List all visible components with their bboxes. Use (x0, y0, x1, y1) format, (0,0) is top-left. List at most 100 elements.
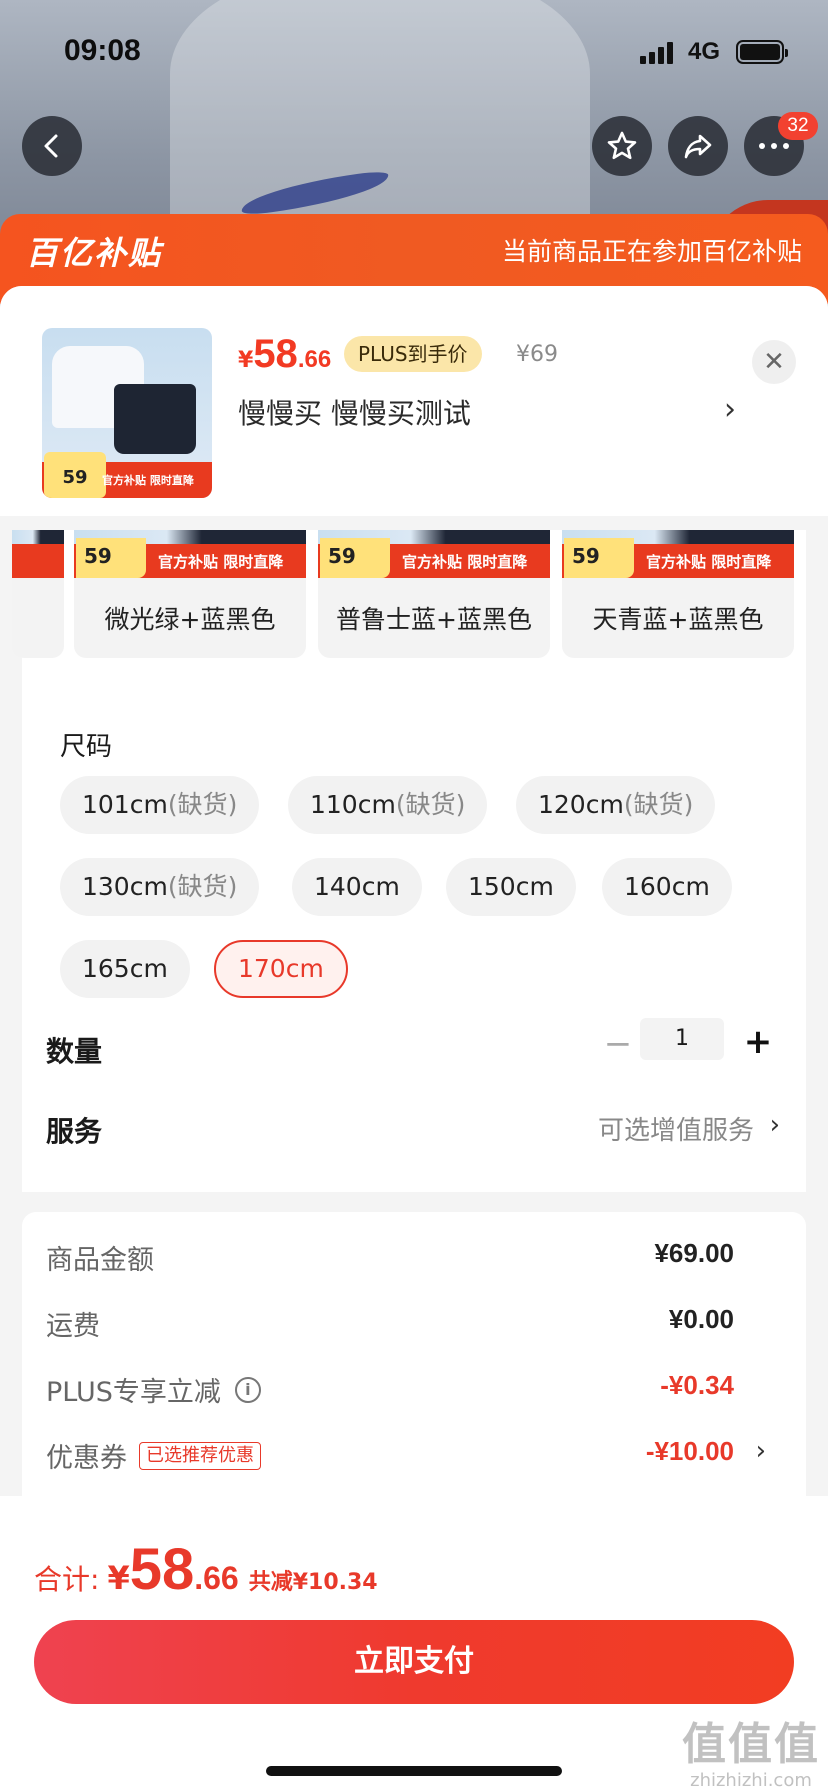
share-button[interactable] (668, 116, 728, 176)
coupon-row[interactable]: 优惠券 已选推荐优惠 -¥10.00 › (46, 1436, 766, 1476)
color-option-promo-text: 官方补贴 限时直降 (402, 553, 528, 571)
chevron-left-icon (44, 134, 58, 158)
battery-icon (736, 40, 788, 64)
watermark-url: zhizhizhi.com (690, 1770, 812, 1791)
size-chip-120cm[interactable]: 120cm(缺货) (516, 776, 716, 834)
total: 合计: ¥ 58 .66 共减¥10.34 (34, 1536, 378, 1603)
home-indicator[interactable] (266, 1766, 562, 1776)
close-button[interactable]: ✕ (752, 340, 796, 384)
goods-amount-value: ¥69.00 (654, 1238, 734, 1268)
size-chip-130cm[interactable]: 130cm(缺货) (60, 858, 260, 916)
total-decimal: .66 (194, 1560, 239, 1596)
coupon-label-group: 优惠券 已选推荐优惠 (46, 1436, 261, 1475)
color-option[interactable]: 59 官方补贴 限时直降 普鲁士蓝+蓝黑色 (318, 530, 550, 658)
price-symbol: ¥ (238, 348, 254, 373)
shipping-row: 运费 ¥0.00 (46, 1304, 766, 1344)
size-chip-140cm[interactable]: 140cm (292, 858, 422, 916)
more-icon (759, 143, 789, 149)
size-chip-110cm[interactable]: 110cm(缺货) (288, 776, 488, 834)
total-label: 合计: (34, 1563, 100, 1596)
service-label: 服务 (46, 1115, 103, 1148)
price: ¥ 58 .66 (238, 332, 331, 377)
total-integer: 58 (129, 1537, 195, 1602)
coupon-value: -¥10.00 (645, 1436, 734, 1466)
quantity-input[interactable]: 1 (640, 1018, 724, 1060)
size-chip-label: 165cm (82, 954, 168, 983)
order-summary: 商品金额 ¥69.00 运费 ¥0.00 PLUS专享立减 i -¥0.34 优… (22, 1212, 806, 1512)
chevron-right-icon[interactable]: › (756, 1436, 766, 1466)
status-time: 09:08 (64, 34, 141, 67)
color-option-promo-price: 59 (320, 538, 390, 578)
color-option[interactable]: 59 官方补贴 限时直降 天青蓝+蓝黑色 (562, 530, 794, 658)
thumbnail-shorts (114, 384, 196, 454)
plus-discount-label: PLUS专享立减 (46, 1377, 221, 1408)
size-chip-label: 101cm (82, 790, 168, 819)
price-decimal: .66 (297, 346, 332, 373)
color-option[interactable]: 59 官方补贴 限时直降 微光绿+蓝黑色 (74, 530, 306, 658)
product-thumbnail[interactable]: 59 官方补贴 限时直降 (42, 328, 212, 498)
service-value[interactable]: 可选增值服务 (598, 1110, 754, 1147)
thumbnail-promo-price: 59 (44, 452, 106, 498)
price-integer: 58 (253, 332, 298, 376)
color-option-promo-text: 官方补贴 限时直降 (158, 553, 284, 571)
size-chip-150cm[interactable]: 150cm (446, 858, 576, 916)
total-saved: 共减¥10.34 (248, 1570, 378, 1595)
out-of-stock-label: (缺货) (395, 790, 466, 819)
subsidy-note: 当前商品正在参加百亿补贴 (501, 237, 802, 266)
size-chip-160cm[interactable]: 160cm (602, 858, 732, 916)
plus-price-tag: PLUS到手价 (344, 336, 482, 372)
pay-now-button[interactable]: 立即支付 (34, 1620, 794, 1704)
size-chip-170cm[interactable]: 170cm (214, 940, 348, 998)
size-chip-101cm[interactable]: 101cm(缺货) (60, 776, 260, 834)
goods-amount-label: 商品金额 (46, 1245, 154, 1276)
size-chip-165cm[interactable]: 165cm (60, 940, 190, 998)
network-type: 4G (688, 38, 721, 65)
product-header: 59 官方补贴 限时直降 ¥ 58 .66 PLUS到手价 ¥69 ✕ 慢慢买 … (0, 286, 828, 516)
star-icon (607, 131, 637, 160)
color-option-promo-bar (12, 544, 64, 578)
thumbnail-promo: 59 官方补贴 限时直降 (42, 452, 212, 498)
product-title[interactable]: 慢慢买 慢慢买测试 (238, 392, 471, 432)
color-option[interactable] (12, 530, 64, 658)
share-icon (684, 134, 712, 159)
color-option-promo-text: 官方补贴 限时直降 (646, 553, 772, 571)
total-symbol: ¥ (107, 1559, 130, 1597)
coupon-label: 优惠券 (46, 1443, 127, 1474)
color-option-promo-price: 59 (76, 538, 146, 578)
info-icon[interactable]: i (234, 1376, 261, 1403)
back-button[interactable] (22, 116, 82, 176)
color-option-label: 微光绿+蓝黑色 (104, 605, 276, 634)
status-bar: 09:08 4G (0, 0, 828, 100)
close-icon: ✕ (763, 347, 785, 377)
color-option-label: 普鲁士蓝+蓝黑色 (336, 605, 532, 634)
color-option-label: 天青蓝+蓝黑色 (592, 605, 764, 634)
shipping-value: ¥0.00 (668, 1304, 734, 1334)
size-chip-label: 170cm (238, 954, 324, 983)
color-option-promo-price: 59 (564, 538, 634, 578)
quantity-increase-button[interactable]: + (738, 1022, 778, 1062)
goods-amount-row: 商品金额 ¥69.00 (46, 1238, 766, 1278)
favorite-button[interactable] (592, 116, 652, 176)
size-chip-label: 130cm (82, 872, 168, 901)
quantity-label: 数量 (46, 1035, 103, 1068)
watermark-logo: 值值值 (682, 1719, 820, 1770)
quantity-decrease-button[interactable]: − (598, 1024, 638, 1064)
plus-discount-row: PLUS专享立减 i -¥0.34 (46, 1370, 766, 1410)
chevron-right-icon[interactable]: › (770, 1110, 780, 1140)
shipping-label: 运费 (46, 1311, 100, 1342)
out-of-stock-label: (缺货) (623, 790, 694, 819)
checkout-bar: 合计: ¥ 58 .66 共减¥10.34 立即支付 值值值 zhizhizhi… (0, 1496, 828, 1792)
chevron-right-icon[interactable]: › (724, 392, 736, 427)
thumbnail-promo-text: 官方补贴 限时直降 (102, 474, 194, 487)
more-badge: 32 (778, 112, 818, 140)
size-chip-label: 160cm (624, 872, 710, 901)
plus-discount-label-group: PLUS专享立减 i (46, 1370, 261, 1409)
coupon-tag: 已选推荐优惠 (139, 1441, 261, 1470)
size-chip-label: 140cm (314, 872, 400, 901)
plus-discount-value: -¥0.34 (660, 1370, 734, 1400)
size-chip-label: 120cm (538, 790, 624, 819)
size-chip-label: 150cm (468, 872, 554, 901)
subsidy-logo: 百亿补贴 (26, 234, 163, 272)
out-of-stock-label: (缺货) (167, 872, 238, 901)
watermark: 值值值 zhizhizhi.com (682, 1708, 820, 1791)
